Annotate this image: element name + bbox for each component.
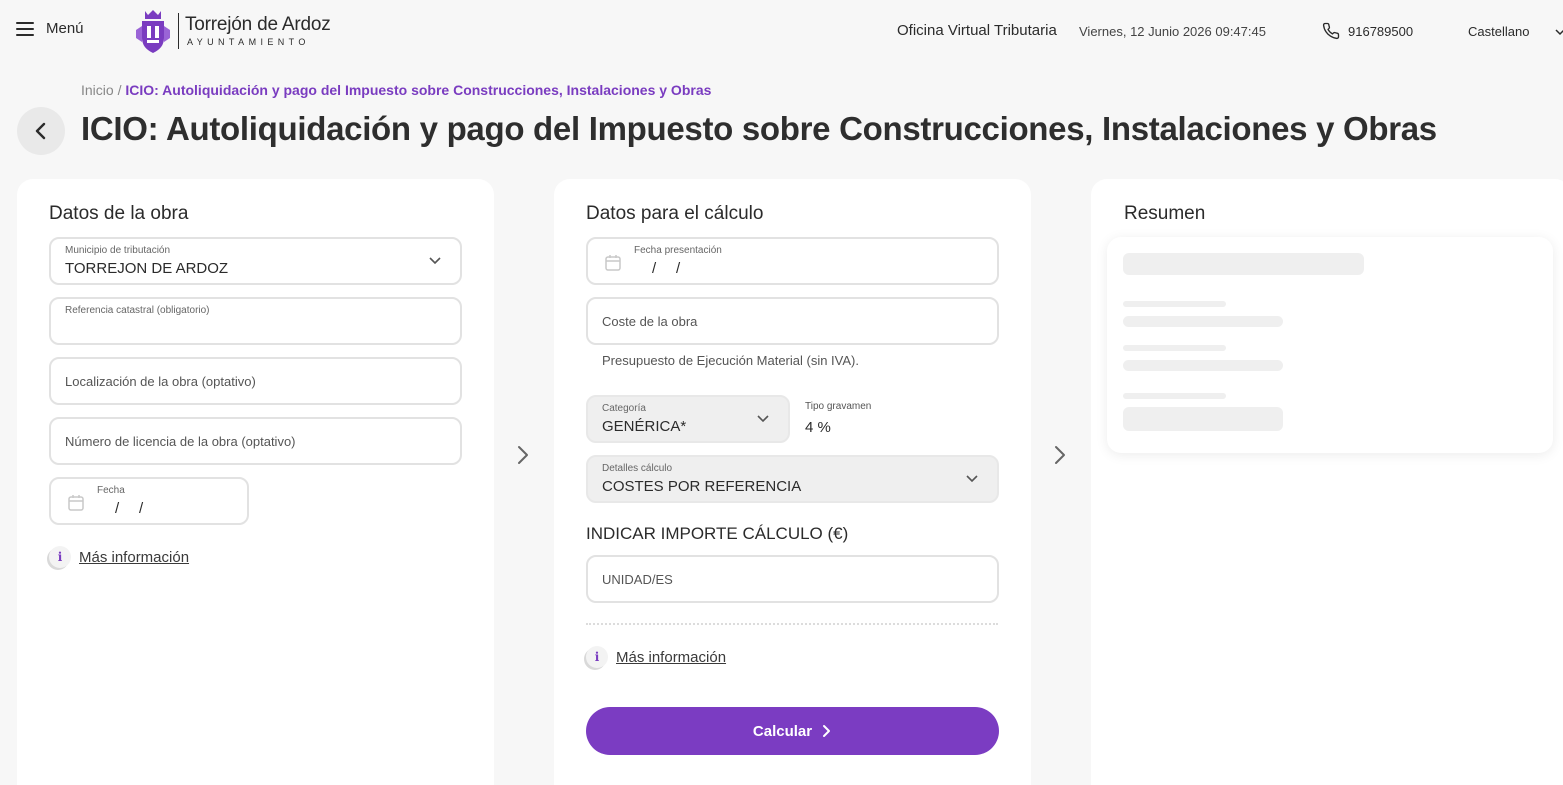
mas-informacion-link[interactable]: i Más información <box>49 546 189 568</box>
logo-text: Torrejón de Ardoz AYUNTAMIENTO <box>185 14 331 48</box>
menu-button[interactable]: Menú <box>16 20 84 37</box>
back-button[interactable] <box>17 107 65 155</box>
localizacion-placeholder: Localización de la obra (optativo) <box>65 374 256 389</box>
chevron-right-icon[interactable] <box>516 444 530 466</box>
categoria-select[interactable]: Categoría GENÉRICA* <box>586 395 790 443</box>
categoria-label: Categoría <box>602 403 646 414</box>
logo-town: Torrejón de Ardoz <box>185 14 331 35</box>
date-separator: / <box>139 500 144 517</box>
obra-title: Datos de la obra <box>49 203 189 224</box>
resumen-title: Resumen <box>1124 203 1206 224</box>
language-selector[interactable]: Castellano <box>1468 24 1529 39</box>
page-title: ICIO: Autoliquidación y pago del Impuest… <box>81 110 1437 147</box>
office-title: Oficina Virtual Tributaria <box>897 22 1057 39</box>
categoria-value: GENÉRICA* <box>602 418 687 435</box>
tipo-gravamen-value: 4 % <box>805 419 831 436</box>
skeleton-line <box>1123 345 1226 351</box>
calculo-panel: Datos para el cálculo Fecha presentación… <box>554 179 1031 785</box>
fecha-presentacion-input[interactable]: Fecha presentación / / <box>586 237 999 285</box>
calcular-label: Calcular <box>752 722 813 740</box>
breadcrumb-current: ICIO: Autoliquidación y pago del Impuest… <box>125 82 712 98</box>
date-separator: / <box>676 260 681 277</box>
phone-number: 916789500 <box>1348 23 1414 39</box>
menu-label: Menú <box>46 20 84 37</box>
municipio-label: Municipio de tributación <box>65 245 171 256</box>
referencia-catastral-input[interactable]: Referencia catastral (obligatorio) <box>49 297 462 345</box>
phone-link[interactable]: 916789500 <box>1322 22 1413 40</box>
calendar-icon <box>605 255 621 271</box>
unidades-placeholder: UNIDAD/ES <box>602 572 673 587</box>
skeleton-line <box>1123 360 1283 371</box>
resumen-panel: Resumen <box>1091 179 1563 785</box>
logo-subtitle: AYUNTAMIENTO <box>187 37 310 47</box>
detalles-value: COSTES POR REFERENCIA <box>602 478 802 495</box>
breadcrumb-home[interactable]: Inicio <box>81 82 114 98</box>
date-separator: / <box>115 500 120 517</box>
skeleton-line <box>1123 393 1226 399</box>
datetime: Viernes, 12 Junio 2026 09:47:45 <box>1079 24 1266 39</box>
info-icon: i <box>49 546 71 568</box>
chevron-right-icon[interactable] <box>1053 444 1067 466</box>
coste-hint: Presupuesto de Ejecución Material (sin I… <box>602 353 859 368</box>
hamburger-icon <box>16 21 34 36</box>
licencia-placeholder: Número de licencia de la obra (optativo) <box>65 434 296 449</box>
localizacion-input[interactable]: Localización de la obra (optativo) <box>49 357 462 405</box>
chevron-down-icon <box>429 257 441 265</box>
skeleton-line <box>1123 301 1226 307</box>
licencia-input[interactable]: Número de licencia de la obra (optativo) <box>49 417 462 465</box>
breadcrumb-separator: / <box>117 82 122 98</box>
coste-placeholder: Coste de la obra <box>602 314 698 329</box>
calendar-icon <box>68 495 84 511</box>
mas-informacion-link[interactable]: i Más información <box>586 646 726 668</box>
skeleton-line <box>1123 407 1283 431</box>
fecha-label: Fecha <box>97 485 125 496</box>
info-icon: i <box>586 646 608 668</box>
tipo-gravamen-label: Tipo gravamen <box>805 401 872 412</box>
detalles-calculo-select[interactable]: Detalles cálculo COSTES POR REFERENCIA <box>586 455 999 503</box>
logo-separator <box>178 13 179 49</box>
logo[interactable]: Torrejón de Ardoz AYUNTAMIENTO <box>134 8 331 54</box>
fecha-input[interactable]: Fecha / / <box>49 477 249 525</box>
chevron-down-icon <box>757 415 769 423</box>
unidades-input[interactable]: UNIDAD/ES <box>586 555 999 603</box>
info-link-label: Más información <box>616 648 727 666</box>
coste-obra-input[interactable]: Coste de la obra <box>586 297 999 345</box>
municipio-select[interactable]: Municipio de tributación TORREJON DE ARD… <box>49 237 462 285</box>
date-separator: / <box>652 260 657 277</box>
skeleton-line <box>1123 316 1283 327</box>
obra-panel: Datos de la obra Municipio de tributació… <box>17 179 494 785</box>
indicar-importe-heading: INDICAR IMPORTE CÁLCULO (€) <box>586 524 849 543</box>
info-link-label: Más información <box>79 548 190 566</box>
breadcrumb: Inicio / ICIO: Autoliquidación y pago de… <box>81 82 711 98</box>
dotted-divider <box>586 623 998 625</box>
referencia-label: Referencia catastral (obligatorio) <box>65 305 210 316</box>
chevron-down-icon <box>966 475 978 483</box>
summary-card-skeleton <box>1107 237 1553 453</box>
calculo-title: Datos para el cálculo <box>586 203 764 224</box>
skeleton-line <box>1123 253 1364 275</box>
chevron-down-icon[interactable] <box>1555 28 1563 36</box>
top-header: Menú Torrejón de Ardoz AYUNTAMIENTO Ofic… <box>0 0 1563 62</box>
fecha-presentacion-label: Fecha presentación <box>634 245 722 256</box>
chevron-left-icon <box>35 122 46 140</box>
phone-icon <box>1322 22 1340 40</box>
detalles-label: Detalles cálculo <box>602 463 673 474</box>
calcular-button[interactable]: Calcular <box>586 707 999 755</box>
coat-of-arms-icon <box>136 10 170 53</box>
chevron-right-icon <box>823 725 831 737</box>
municipio-value: TORREJON DE ARDOZ <box>65 260 229 277</box>
